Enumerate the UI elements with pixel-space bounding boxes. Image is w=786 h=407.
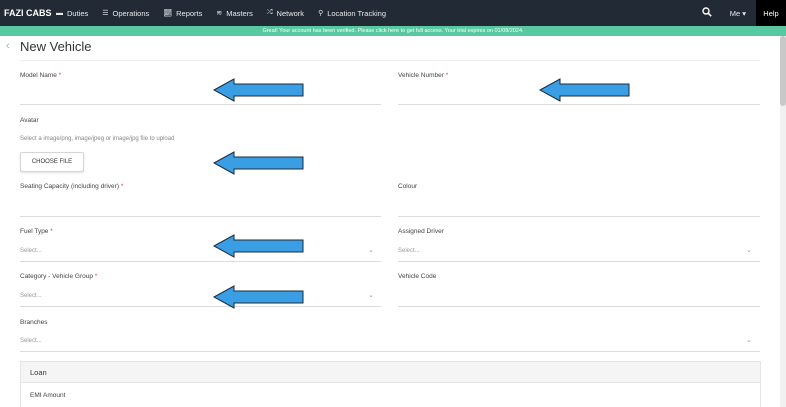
arrow-left-icon (213, 151, 304, 175)
loan-panel-header[interactable]: Loan (21, 362, 760, 383)
model-name-label: Model Name * (20, 72, 61, 79)
category-select[interactable]: Select... (20, 293, 42, 299)
help-button[interactable]: Help (756, 0, 786, 26)
vehicle-code-input[interactable] (398, 306, 760, 307)
chevron-down-icon[interactable]: ⌄ (368, 291, 374, 299)
arrow-left-icon (213, 234, 304, 258)
avatar-helper-text: Select a image/png, image/jpeg or image/… (20, 136, 175, 142)
required-marker: * (120, 183, 124, 190)
arrow-left-icon (213, 285, 304, 309)
nav-item-label: Reports (176, 8, 203, 18)
scrollbar-thumb[interactable] (780, 36, 786, 106)
nav-item-operations[interactable]: ☰ Operations (102, 9, 149, 18)
label-text: Category - Vehicle Group (20, 273, 93, 280)
fuel-type-label: Fuel Type * (20, 228, 53, 235)
page-title: New Vehicle (20, 39, 92, 54)
assigned-driver-select[interactable]: Select... (398, 248, 420, 254)
colour-input[interactable] (398, 216, 760, 217)
category-label: Category - Vehicle Group * (20, 273, 97, 280)
chevron-down-icon[interactable]: ⌄ (746, 246, 752, 254)
colour-label: Colour (398, 183, 418, 190)
assigned-driver-underline (398, 261, 760, 262)
fuel-type-select[interactable]: Select... (20, 248, 42, 254)
required-marker: * (445, 72, 449, 79)
user-menu[interactable]: Me ▾ (730, 9, 746, 18)
layers-icon: ≋ (216, 10, 223, 17)
seating-capacity-input[interactable] (20, 216, 381, 217)
branches-select[interactable]: Select... (20, 338, 42, 344)
assigned-driver-label: Assigned Driver (398, 228, 444, 235)
required-marker: * (50, 228, 53, 235)
arrow-left-icon (213, 78, 304, 102)
verification-banner[interactable]: Great! Your account has been verified. P… (0, 26, 786, 36)
nav-item-label: Operations (112, 8, 150, 18)
map-pin-icon: ⚲ (318, 10, 324, 17)
model-name-input[interactable] (20, 104, 381, 105)
vehicle-number-input[interactable] (398, 104, 760, 105)
required-marker: * (94, 273, 98, 280)
label-text: Model Name (20, 72, 57, 79)
nav-item-masters[interactable]: ≋ Masters (216, 9, 253, 18)
emi-amount-label: EMI Amount (30, 392, 66, 399)
menu-icon: ☰ (102, 10, 109, 17)
brand-logo[interactable]: FAZI CABS (0, 8, 56, 18)
chart-icon: 📈︎ (163, 10, 173, 17)
fuel-type-underline (20, 261, 381, 262)
nav-item-label: Location Tracking (327, 8, 386, 18)
shuffle-icon: ⤮ (266, 9, 273, 16)
vehicle-code-label: Vehicle Code (398, 273, 437, 280)
seating-capacity-label: Seating Capacity (including driver) * (20, 183, 123, 190)
chevron-down-icon[interactable]: ⌄ (746, 336, 752, 344)
label-text: Vehicle Number (398, 72, 444, 79)
nav-item-network[interactable]: ⤮ Network (267, 9, 304, 18)
loan-title: Loan (30, 368, 47, 377)
avatar-label: Avatar (20, 117, 39, 124)
choose-file-button[interactable]: CHOOSE FILE (20, 152, 84, 172)
nav-item-label: Network (276, 8, 305, 18)
branches-label: Branches (20, 319, 48, 326)
title-divider (20, 60, 760, 61)
top-navbar: FAZI CABS ▬ Duties ☰ Operations 📈︎ Repor… (0, 0, 786, 26)
arrow-left-icon (539, 78, 630, 102)
nav-item-location-tracking[interactable]: ⚲ Location Tracking (318, 9, 386, 18)
minus-icon: ▬ (56, 9, 63, 17)
chevron-down-icon[interactable]: ⌄ (368, 246, 374, 254)
nav-item-label: Masters (226, 8, 253, 18)
loan-panel: Loan EMI Amount (20, 361, 761, 407)
nav-right: Me ▾ Help (702, 0, 786, 26)
nav-item-label: Duties (67, 8, 89, 18)
search-icon[interactable] (702, 6, 712, 20)
vehicle-number-label: Vehicle Number * (398, 72, 448, 79)
category-underline (20, 306, 381, 307)
label-text: Seating Capacity (including driver) (20, 183, 119, 190)
back-icon[interactable]: ‹ (6, 40, 10, 52)
nav-item-duties[interactable]: ▬ Duties (56, 9, 88, 18)
nav-item-reports[interactable]: 📈︎ Reports (163, 9, 202, 18)
branches-underline (20, 351, 760, 352)
required-marker: * (58, 72, 62, 79)
label-text: Fuel Type (20, 228, 49, 235)
